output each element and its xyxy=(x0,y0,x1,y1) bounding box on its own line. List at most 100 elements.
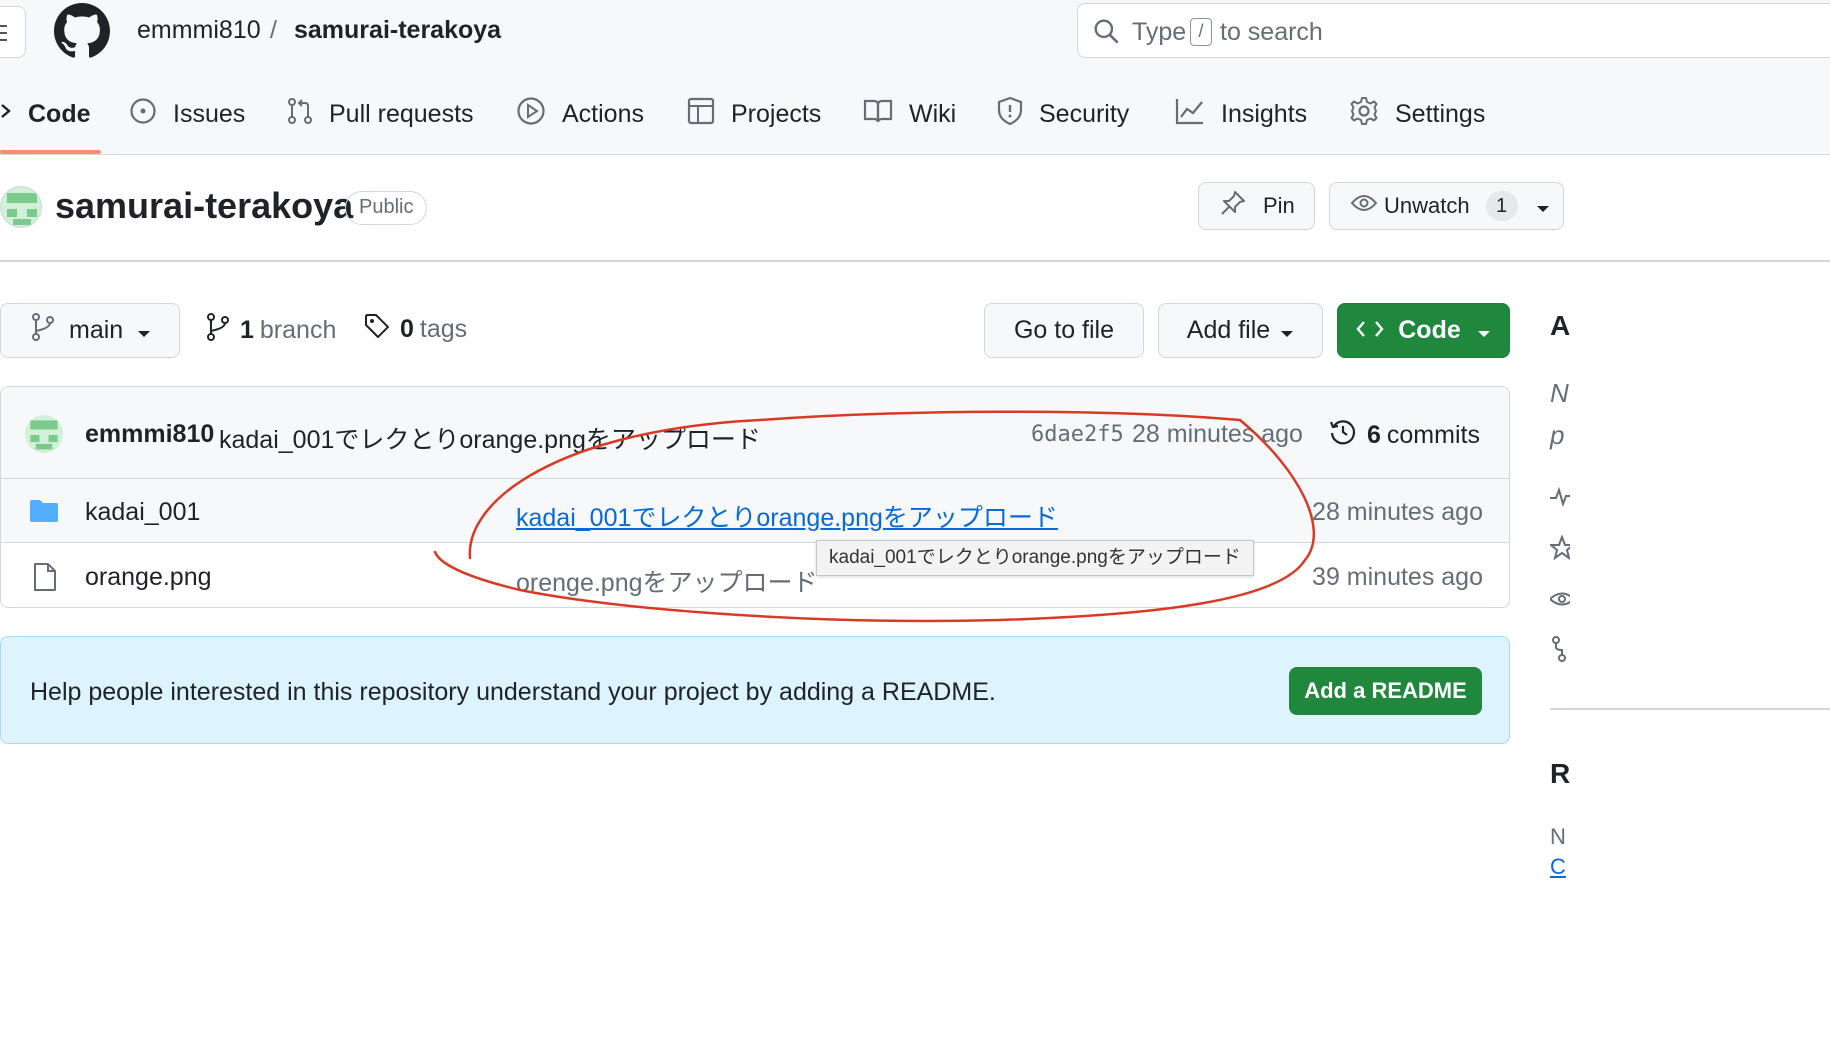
pin-button[interactable]: Pin xyxy=(1198,182,1315,230)
tab-code[interactable]: Code xyxy=(0,88,91,140)
repo-title[interactable]: samurai-terakoya xyxy=(55,185,353,227)
git-branch-icon xyxy=(31,313,55,348)
file-name[interactable]: orange.png xyxy=(85,563,212,592)
breadcrumb-repo[interactable]: samurai-terakoya xyxy=(294,16,501,45)
unwatch-label: Unwatch xyxy=(1384,193,1470,218)
tab-label: Issues xyxy=(173,99,246,128)
commit-time: 28 minutes ago xyxy=(1132,420,1303,448)
add-file-button[interactable]: Add file xyxy=(1158,303,1323,358)
tab-insights[interactable]: Insights xyxy=(1175,88,1307,140)
breadcrumb-separator: / xyxy=(270,16,277,44)
commit-sha[interactable]: 6dae2f5 xyxy=(1031,422,1124,447)
latest-commit-row: emmmi810 kadai_001でレクとりorange.pngをアップロード… xyxy=(1,387,1509,479)
file-commit-message[interactable]: orenge.pngをアップロード xyxy=(516,563,818,599)
table-row[interactable]: kadai_001 kadai_001でレクとりorange.pngをアップロー… xyxy=(1,479,1509,543)
tab-label: Code xyxy=(28,99,91,128)
branch-count: 1 xyxy=(240,316,254,344)
tag-count: 0 xyxy=(400,315,414,343)
commit-count-label: commits xyxy=(1386,421,1480,449)
github-logo-icon[interactable] xyxy=(54,3,110,64)
book-icon xyxy=(863,98,909,131)
tab-actions[interactable]: Actions xyxy=(516,88,644,140)
tab-wiki[interactable]: Wiki xyxy=(863,88,956,140)
file-icon xyxy=(33,562,57,597)
history-icon xyxy=(1329,418,1357,453)
tab-label: Security xyxy=(1039,99,1130,128)
branch-selector[interactable]: main xyxy=(0,303,180,358)
search-input[interactable]: Type / to search xyxy=(1077,3,1830,58)
issue-opened-icon xyxy=(129,97,173,132)
table-row[interactable]: orange.png orenge.pngをアップロード 39 minutes … xyxy=(1,544,1509,607)
table-icon xyxy=(687,97,731,132)
search-icon xyxy=(1093,18,1119,49)
git-pull-request-icon xyxy=(287,97,329,132)
fork-icon xyxy=(1550,635,1570,668)
watch-count-badge: 1 xyxy=(1485,191,1518,221)
top-header: emmmi810 / samurai-terakoya Type / to se… xyxy=(0,0,1830,155)
commit-message[interactable]: kadai_001でレクとりorange.pngをアップロード xyxy=(219,420,761,456)
code-button[interactable]: Code xyxy=(1337,303,1510,358)
avatar[interactable] xyxy=(25,415,63,453)
pulse-icon xyxy=(1550,484,1570,515)
commits-link[interactable]: 6 commits xyxy=(1329,418,1480,453)
tab-label: Actions xyxy=(562,99,644,128)
chevron-down-icon xyxy=(1477,316,1491,345)
eye-icon xyxy=(1548,586,1576,617)
branch-label: branch xyxy=(259,316,337,344)
active-tab-indicator xyxy=(0,150,101,154)
sidebar-description: p xyxy=(1550,420,1565,450)
tag-label: tags xyxy=(419,315,468,343)
branches-link[interactable]: 1 branch xyxy=(206,313,336,348)
play-icon xyxy=(516,96,562,133)
tab-issues[interactable]: Issues xyxy=(129,88,245,140)
code-label: Code xyxy=(1398,316,1461,344)
readme-banner: Help people interested in this repositor… xyxy=(0,636,1510,744)
tab-label: Wiki xyxy=(909,99,957,128)
star-icon xyxy=(1548,534,1576,566)
tab-label: Projects xyxy=(731,99,822,128)
chevron-down-icon[interactable] xyxy=(1536,193,1550,219)
graph-icon xyxy=(1175,97,1221,132)
menu-button[interactable] xyxy=(0,6,26,58)
breadcrumb-owner[interactable]: emmmi810 xyxy=(137,16,261,45)
sidebar-releases-heading: R xyxy=(1550,758,1571,789)
tab-settings[interactable]: Settings xyxy=(1349,88,1485,140)
code-icon xyxy=(0,100,28,129)
sidebar-about-heading: A xyxy=(1550,310,1571,341)
search-placeholder-suffix: to search xyxy=(1220,18,1323,46)
tab-pull-requests[interactable]: Pull requests xyxy=(287,88,474,140)
chevron-down-icon xyxy=(1280,316,1294,345)
pin-icon xyxy=(1219,189,1247,223)
folder-icon xyxy=(29,499,59,528)
tab-projects[interactable]: Projects xyxy=(687,88,821,140)
tab-security[interactable]: Security xyxy=(997,88,1129,140)
file-name[interactable]: kadai_001 xyxy=(85,498,200,527)
tab-label: Settings xyxy=(1395,99,1486,128)
tooltip: kadai_001でレクとりorange.pngをアップロード xyxy=(816,540,1254,576)
add-file-label: Add file xyxy=(1186,316,1271,344)
pin-label: Pin xyxy=(1263,193,1295,218)
sidebar-no-releases: N xyxy=(1550,824,1566,849)
tab-label: Insights xyxy=(1221,99,1308,128)
gear-icon xyxy=(1349,96,1395,133)
search-placeholder-prefix: Type xyxy=(1132,18,1187,46)
visibility-badge: Public xyxy=(345,191,428,225)
chevron-down-icon xyxy=(137,316,151,345)
commit-author[interactable]: emmmi810 xyxy=(85,420,214,449)
divider xyxy=(0,260,1830,262)
readme-prompt-text: Help people interested in this repositor… xyxy=(30,678,996,706)
file-time: 39 minutes ago xyxy=(1312,563,1483,591)
file-commit-message[interactable]: kadai_001でレクとりorange.pngをアップロード xyxy=(516,498,1058,534)
sidebar-create-release-link[interactable]: C xyxy=(1550,854,1566,880)
shield-icon xyxy=(997,96,1039,133)
tab-label: Pull requests xyxy=(329,99,474,128)
git-branch-icon xyxy=(206,313,230,348)
tags-link[interactable]: 0 tags xyxy=(364,313,467,346)
eye-icon xyxy=(1350,192,1378,220)
file-time: 28 minutes ago xyxy=(1312,498,1483,526)
branch-name: main xyxy=(69,316,124,344)
go-to-file-button[interactable]: Go to file xyxy=(984,303,1144,358)
unwatch-button[interactable]: Unwatch 1 xyxy=(1329,182,1564,230)
repo-owner-avatar[interactable] xyxy=(0,186,42,228)
add-readme-button[interactable]: Add a README xyxy=(1289,667,1482,715)
